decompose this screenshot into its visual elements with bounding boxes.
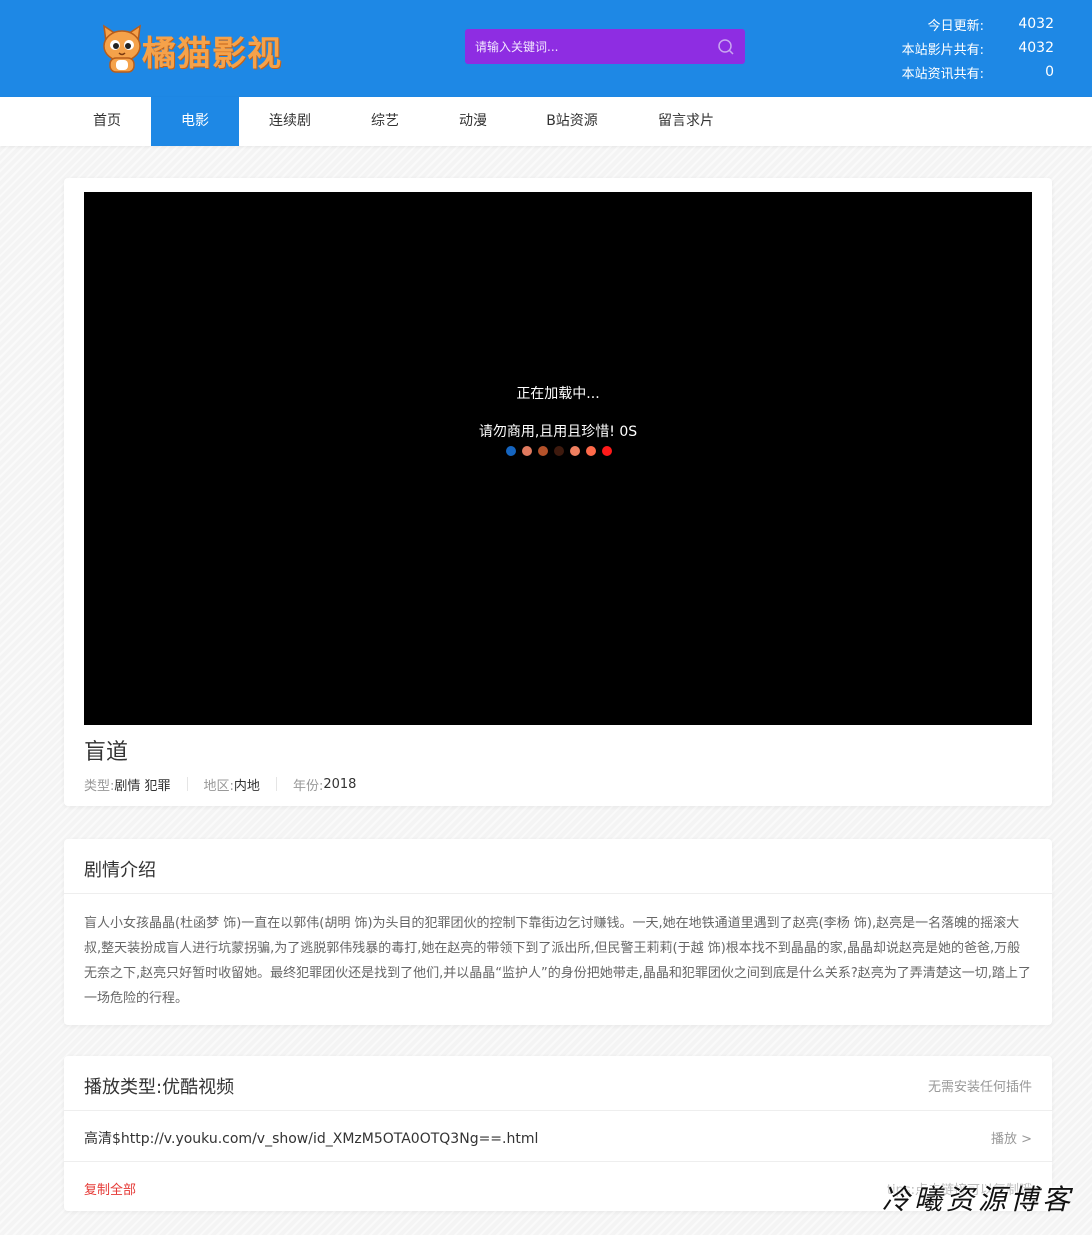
loading-dot <box>570 446 580 456</box>
site-header: 橘猫影视 今日更新: 4032 本站影片共有: 4032 本站资讯共有: 0 <box>0 0 1092 97</box>
watermark-text: 冷曦资源博客 <box>882 1183 1075 1216</box>
playback-heading: 播放类型:优酷视频 <box>84 1077 235 1098</box>
nav-item-bilibili[interactable]: B站资源 <box>522 97 622 146</box>
plot-description: 盲人小女孩晶晶(杜函梦 饰)一直在以郭伟(胡明 饰)为头目的犯罪团伙的控制下靠街… <box>84 916 1031 1006</box>
movie-meta: 类型: 剧情 犯罪 地区: 内地 年份: 2018 <box>84 774 356 794</box>
stat-value: 4032 <box>1018 16 1054 32</box>
loading-dot <box>554 446 564 456</box>
copy-all-button[interactable]: 复制全部 <box>84 1179 136 1198</box>
search-icon[interactable] <box>715 36 737 58</box>
plot-card: 剧情介绍 盲人小女孩晶晶(杜函梦 饰)一直在以郭伟(胡明 饰)为头目的犯罪团伙的… <box>64 839 1052 1025</box>
nav-item-series[interactable]: 连续剧 <box>244 97 336 146</box>
play-button[interactable]: 播放 > <box>991 1128 1032 1147</box>
nav-item-anime[interactable]: 动漫 <box>430 97 516 146</box>
player-card: 正在加载中... 请勿商用,且用且珍惜! 0S 盲道 类型: 剧情 犯罪 地区:… <box>64 178 1052 806</box>
site-stats: 今日更新: 4032 本站影片共有: 4032 本站资讯共有: 0 <box>870 12 1060 84</box>
player-notice-text: 请勿商用,且用且珍惜! 0S <box>478 424 638 440</box>
meta-divider <box>275 777 277 791</box>
loading-dot <box>538 446 548 456</box>
video-player[interactable]: 正在加载中... 请勿商用,且用且珍惜! 0S <box>84 192 1032 725</box>
meta-region: 地区: 内地 <box>204 775 260 794</box>
stat-today-updates: 今日更新: 4032 <box>870 12 1060 36</box>
stat-value: 4032 <box>1018 40 1054 56</box>
search-box <box>465 29 745 64</box>
stat-label: 今日更新: <box>927 18 984 34</box>
plot-heading: 剧情介绍 <box>84 860 156 881</box>
playback-plugin-note: 无需安装任何插件 <box>927 1080 1032 1095</box>
nav-item-requests[interactable]: 留言求片 <box>640 97 732 146</box>
meta-year-label: 年份: <box>292 778 324 794</box>
meta-year: 年份: 2018 <box>293 775 356 794</box>
episode-link[interactable]: 高清$http://v.youku.com/v_show/id_XMzM5OTA… <box>84 1128 538 1148</box>
meta-divider <box>186 777 188 791</box>
meta-region-label: 地区: <box>203 778 234 794</box>
loading-dots <box>506 446 612 456</box>
stat-label: 本站资讯共有: <box>901 66 984 82</box>
loading-dot <box>602 446 612 456</box>
loading-dot <box>586 446 596 456</box>
site-logo[interactable]: 橘猫影视 <box>100 18 315 74</box>
loading-dot <box>522 446 532 456</box>
nav-item-movies[interactable]: 电影 <box>151 97 239 146</box>
main-nav: 首页 电影 连续剧 综艺 动漫 B站资源 留言求片 <box>0 97 1092 146</box>
stat-total-movies: 本站影片共有: 4032 <box>870 36 1060 60</box>
playback-card-header: 播放类型:优酷视频 无需安装任何插件 <box>64 1056 1052 1111</box>
stat-value: 0 <box>1045 64 1054 80</box>
search-input[interactable] <box>465 29 705 64</box>
stat-total-news: 本站资讯共有: 0 <box>870 60 1060 84</box>
nav-item-home[interactable]: 首页 <box>64 97 150 146</box>
meta-year-value: 2018 <box>323 776 357 792</box>
cat-logo-icon <box>103 24 141 73</box>
meta-genre: 类型: 剧情 犯罪 <box>84 775 171 794</box>
player-loading-text: 正在加载中... <box>516 386 600 402</box>
meta-region-value: 内地 <box>233 778 260 794</box>
nav-item-variety[interactable]: 综艺 <box>340 97 430 146</box>
meta-genre-label: 类型: <box>84 778 115 794</box>
loading-dot <box>506 446 516 456</box>
meta-genre-value: 剧情 犯罪 <box>114 778 171 794</box>
plot-card-header: 剧情介绍 <box>64 839 1052 894</box>
logo-text: 橘猫影视 <box>142 34 282 74</box>
stat-label: 本站影片共有: <box>901 42 984 58</box>
movie-title: 盲道 <box>84 740 129 765</box>
episode-row: 高清$http://v.youku.com/v_show/id_XMzM5OTA… <box>64 1112 1052 1162</box>
